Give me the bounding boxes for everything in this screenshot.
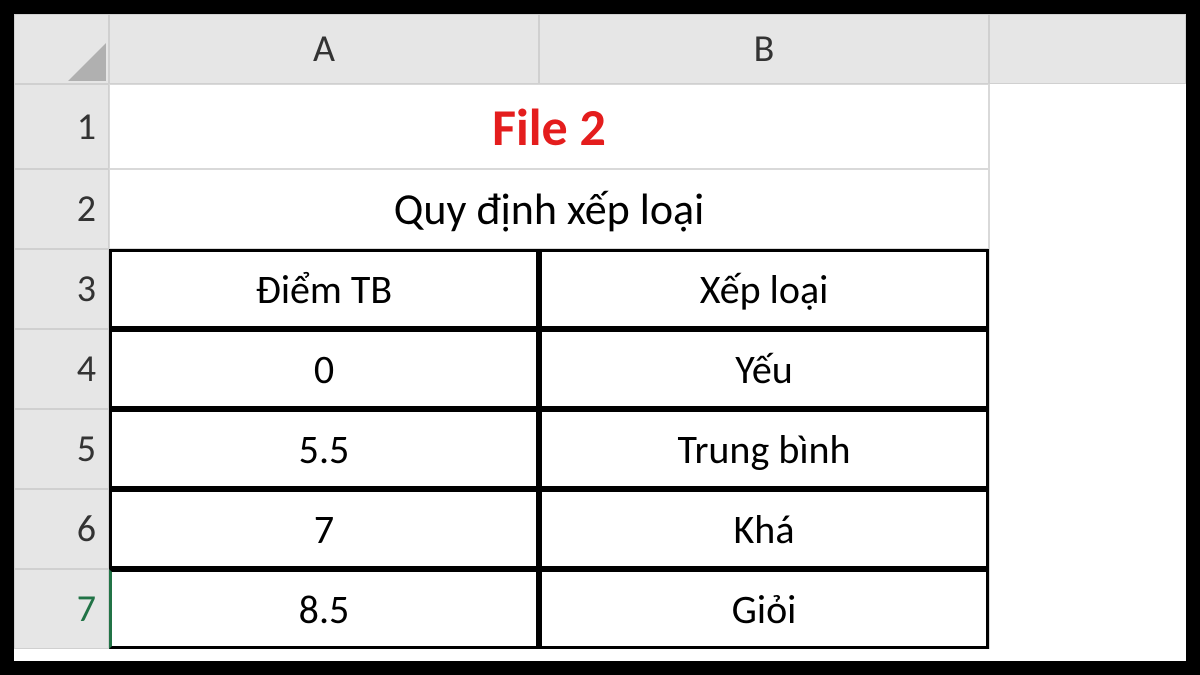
cell-b6[interactable]: Khá bbox=[539, 489, 989, 569]
cell-c1[interactable] bbox=[989, 84, 1186, 169]
header-cell-a[interactable]: Điểm TB bbox=[109, 249, 539, 329]
cell-c7[interactable] bbox=[989, 569, 1186, 649]
cell-b4[interactable]: Yếu bbox=[539, 329, 989, 409]
cell-a5[interactable]: 5.5 bbox=[109, 409, 539, 489]
row-header-2[interactable]: 2 bbox=[14, 169, 109, 249]
header-cell-b[interactable]: Xếp loại bbox=[539, 249, 989, 329]
cell-a6[interactable]: 7 bbox=[109, 489, 539, 569]
row-header-5[interactable]: 5 bbox=[14, 409, 109, 489]
cell-b5[interactable]: Trung bình bbox=[539, 409, 989, 489]
cell-c3[interactable] bbox=[989, 249, 1186, 329]
spreadsheet-frame: A B 1 File 2 2 Quy định xếp loại 3 Điểm … bbox=[0, 0, 1200, 675]
row-header-7[interactable]: 7 bbox=[14, 569, 109, 649]
spreadsheet-grid: A B 1 File 2 2 Quy định xếp loại 3 Điểm … bbox=[14, 14, 1186, 649]
cell-a7[interactable]: 8.5 bbox=[109, 569, 539, 649]
cell-c6[interactable] bbox=[989, 489, 1186, 569]
row-header-6[interactable]: 6 bbox=[14, 489, 109, 569]
title-cell[interactable]: File 2 bbox=[109, 84, 989, 169]
cell-c4[interactable] bbox=[989, 329, 1186, 409]
row-header-4[interactable]: 4 bbox=[14, 329, 109, 409]
subtitle-cell[interactable]: Quy định xếp loại bbox=[109, 169, 989, 249]
row-header-3[interactable]: 3 bbox=[14, 249, 109, 329]
row-header-1[interactable]: 1 bbox=[14, 84, 109, 169]
column-header-empty[interactable] bbox=[989, 14, 1186, 84]
select-all-corner[interactable] bbox=[14, 14, 109, 84]
cell-a4[interactable]: 0 bbox=[109, 329, 539, 409]
cell-c2[interactable] bbox=[989, 169, 1186, 249]
cell-c5[interactable] bbox=[989, 409, 1186, 489]
column-header-a[interactable]: A bbox=[109, 14, 539, 84]
cell-b7[interactable]: Giỏi bbox=[539, 569, 989, 649]
column-header-b[interactable]: B bbox=[539, 14, 989, 84]
